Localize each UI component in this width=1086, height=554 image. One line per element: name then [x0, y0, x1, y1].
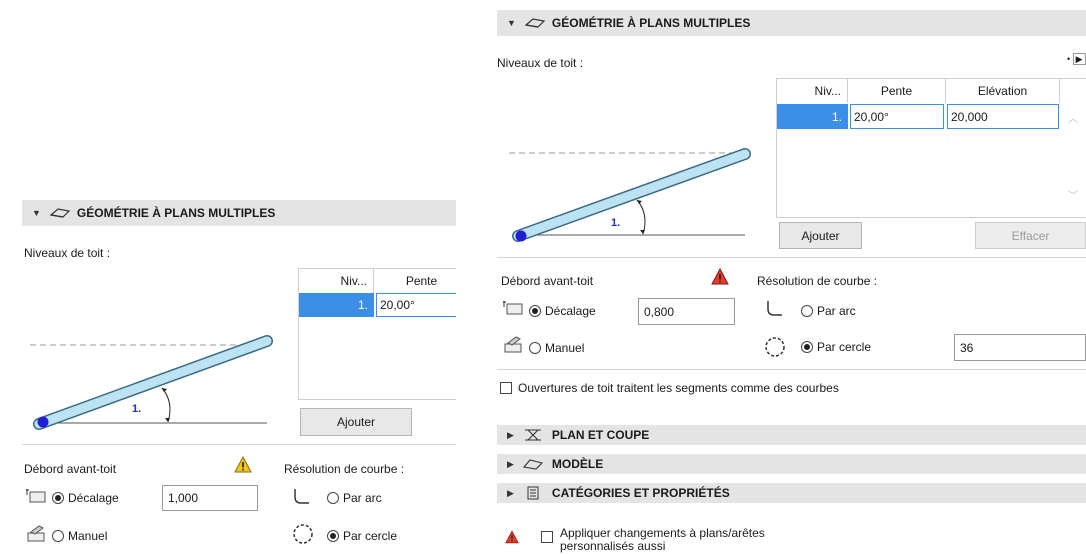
expand-triangle-icon: ▼ [507, 18, 516, 28]
left-panel: ▼ GÉOMÉTRIE À PLANS MULTIPLES Niveaux de… [22, 200, 456, 554]
roof-levels-label: Niveaux de toit : [24, 246, 111, 260]
openings-label[interactable]: Ouvertures de toit traitent les segments… [518, 381, 839, 395]
collapsed-triangle-icon: ▶ [507, 458, 514, 469]
row-level-cell[interactable]: 1. [299, 293, 374, 317]
section-header[interactable]: ▼ GÉOMÉTRIE À PLANS MULTIPLES [22, 200, 456, 226]
circle-icon [765, 337, 785, 357]
col-level-header[interactable]: Niv... [777, 79, 848, 103]
curve-title: Résolution de courbe : [284, 462, 405, 476]
col-elevation-header[interactable]: Elévation [946, 79, 1060, 103]
col-slope-header[interactable]: Pente [848, 79, 946, 103]
col-slope-header[interactable]: Pente [374, 269, 456, 293]
by-circle-label[interactable]: Par cercle [817, 340, 871, 354]
circle-count-input[interactable]: 36 [954, 334, 1086, 361]
col-level-header[interactable]: Niv... [299, 269, 374, 293]
roof-slope-diagram: 1. [30, 335, 273, 430]
model-section-header[interactable]: ▶ MODÈLE [497, 454, 1086, 474]
offset-radio[interactable] [529, 305, 541, 317]
roof-levels-label: Niveaux de toit : [497, 56, 584, 70]
openings-checkbox[interactable] [500, 382, 512, 394]
offset-radio[interactable] [52, 492, 64, 504]
manual-label[interactable]: Manuel [545, 341, 584, 355]
apply-custom-label[interactable]: Appliquer changements à plans/arêtes per… [560, 527, 820, 553]
by-arc-label[interactable]: Par arc [817, 304, 856, 318]
expand-triangle-icon: ▼ [32, 208, 41, 218]
by-circle-radio[interactable] [801, 341, 813, 353]
plan-section-icon [524, 429, 541, 441]
categories-section-header[interactable]: ▶ CATÉGORIES ET PROPRIÉTÉS [497, 483, 1086, 503]
collapsed-triangle-icon: ▶ [507, 487, 514, 498]
section-title: GÉOMÉTRIE À PLANS MULTIPLES [76, 206, 276, 220]
by-arc-radio[interactable] [327, 492, 339, 504]
manual-icon [27, 525, 45, 542]
levels-table[interactable]: Niv... Pente 1. 20,00° [298, 268, 456, 400]
collapsed-triangle-icon: ▶ [507, 429, 514, 440]
arc-icon [767, 301, 782, 316]
right-panel: ▼ GÉOMÉTRIE À PLANS MULTIPLES Niveaux de… [497, 0, 1086, 554]
diagram-level-label: 1. [132, 403, 141, 415]
add-button[interactable]: Ajouter [300, 408, 412, 436]
circle-icon [293, 524, 313, 544]
by-circle-label[interactable]: Par cercle [343, 529, 397, 543]
delete-button[interactable]: Effacer [975, 222, 1086, 249]
roof-icon [49, 208, 71, 218]
model-section-icon [522, 459, 543, 470]
divider [497, 257, 1086, 258]
offset-icon [26, 489, 46, 503]
arc-icon [294, 489, 309, 504]
warning-icon [505, 530, 519, 544]
scroll-up-icon[interactable]: ︿ [1064, 110, 1082, 125]
row-elevation-cell[interactable]: 20,000 [947, 104, 1059, 129]
by-circle-radio[interactable] [327, 530, 339, 542]
levels-table[interactable]: Niv... Pente Elévation 1. 20,00° 20,000 … [776, 78, 1086, 218]
offset-label[interactable]: Décalage [545, 304, 596, 318]
manual-icon [504, 336, 522, 353]
categories-section-label: CATÉGORIES ET PROPRIÉTÉS [551, 486, 730, 500]
eaves-title: Débord avant-toit [501, 274, 594, 288]
diagram-level-label: 1. [611, 217, 620, 229]
model-section-label: MODÈLE [551, 457, 604, 471]
scrollbar[interactable]: ︿ ﹀ [1064, 104, 1082, 214]
manual-radio[interactable] [529, 342, 541, 354]
divider [497, 369, 1086, 370]
manual-label[interactable]: Manuel [68, 529, 107, 543]
roof-icon [524, 18, 546, 28]
row-slope-cell[interactable]: 20,00° [376, 293, 456, 317]
section-title: GÉOMÉTRIE À PLANS MULTIPLES [551, 16, 751, 30]
plan-section-label: PLAN ET COUPE [551, 428, 650, 442]
offset-input[interactable]: 1,000 [162, 485, 258, 511]
document-list-icon [527, 486, 539, 500]
offset-label[interactable]: Décalage [68, 491, 119, 505]
warning-icon [234, 456, 252, 473]
scroll-down-icon[interactable]: ﹀ [1064, 187, 1082, 202]
row-level-cell[interactable]: 1. [777, 104, 848, 129]
section-header[interactable]: ▼ GÉOMÉTRIE À PLANS MULTIPLES [497, 10, 1086, 36]
divider [22, 444, 456, 445]
plan-section-header[interactable]: ▶ PLAN ET COUPE [497, 425, 1086, 445]
curve-title: Résolution de courbe : [757, 274, 878, 288]
roof-slope-diagram: 1. [509, 148, 751, 242]
by-arc-radio[interactable] [801, 305, 813, 317]
add-button[interactable]: Ajouter [779, 222, 862, 249]
apply-custom-checkbox[interactable] [541, 531, 553, 543]
offset-icon [503, 301, 523, 315]
offset-input[interactable]: 0,800 [638, 298, 735, 325]
row-slope-cell[interactable]: 20,00° [850, 104, 944, 129]
eaves-title: Débord avant-toit [24, 462, 117, 476]
manual-radio[interactable] [52, 530, 64, 542]
warning-icon [711, 268, 729, 285]
options-arrow-icon[interactable]: • ▶ [1067, 53, 1086, 65]
by-arc-label[interactable]: Par arc [343, 491, 382, 505]
